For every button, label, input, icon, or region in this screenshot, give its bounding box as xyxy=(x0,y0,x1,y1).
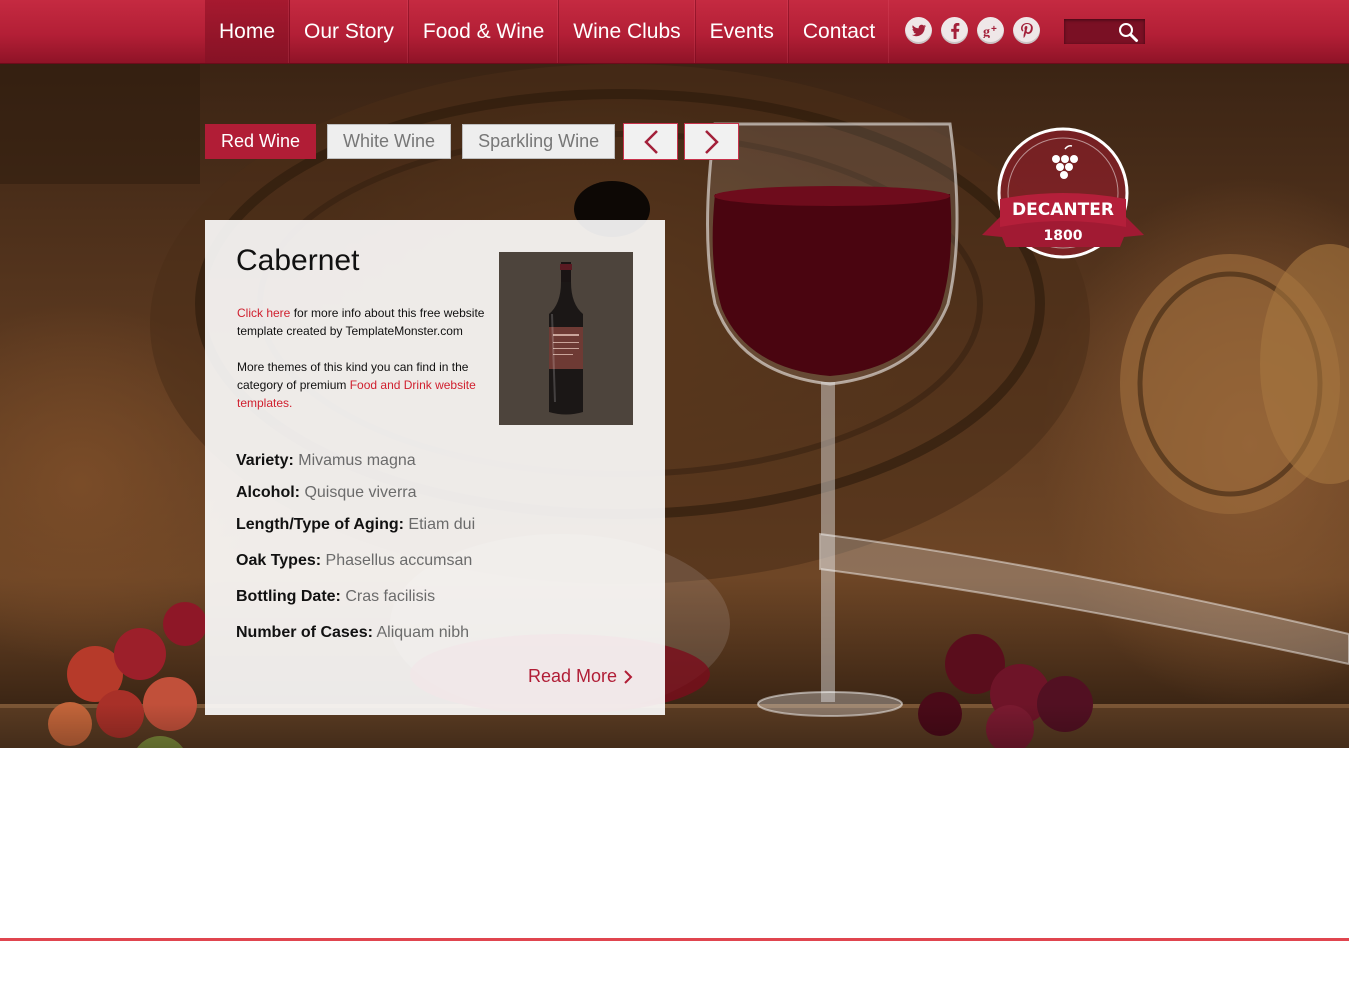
hero-bottom-shade xyxy=(0,704,1349,748)
spec-label: Variety: xyxy=(236,452,294,469)
spec-label: Length/Type of Aging: xyxy=(236,516,404,533)
wine-intro: Click here for more info about this free… xyxy=(237,304,497,430)
hero-banner xyxy=(0,64,1349,748)
spec-value: Etiam dui xyxy=(408,516,476,533)
search-input[interactable] xyxy=(1064,19,1124,44)
nav-item-our-story[interactable]: Our Story xyxy=(290,0,409,63)
decanter-logo[interactable]: DECANTER 1800 xyxy=(980,127,1146,272)
wine-bottle-image xyxy=(499,252,633,425)
nav-item-home[interactable]: Home xyxy=(205,0,291,63)
chevron-left-icon xyxy=(643,129,658,154)
slider-arrows xyxy=(623,123,739,160)
wine-info-card: Cabernet Click here for more info about … xyxy=(205,220,665,715)
facebook-icon[interactable] xyxy=(941,17,968,44)
twitter-icon[interactable] xyxy=(905,17,932,44)
spec-value: Phasellus accumsan xyxy=(325,552,473,569)
spec-value: Cras facilisis xyxy=(345,588,436,605)
prev-button[interactable] xyxy=(623,123,678,160)
nav-item-contact[interactable]: Contact xyxy=(789,0,889,63)
logo-year: 1800 xyxy=(1044,228,1083,244)
logo-name: DECANTER xyxy=(1012,200,1114,220)
chevron-right-icon xyxy=(704,129,719,154)
spec-number-of-cases: Number of Cases: Aliquam nibh xyxy=(236,624,469,642)
google-plus-icon[interactable]: g + xyxy=(977,17,1004,44)
spec-bottling-date: Bottling Date: Cras facilisis xyxy=(236,588,435,606)
click-here-link[interactable]: Click here xyxy=(237,306,290,320)
spec-label: Bottling Date: xyxy=(236,588,341,605)
nav-item-events[interactable]: Events xyxy=(696,0,789,63)
spec-variety: Variety: Mivamus magna xyxy=(236,452,416,470)
search-box xyxy=(1064,19,1145,44)
wine-title: Cabernet xyxy=(236,244,360,277)
main-nav: Home Our Story Food & Wine Wine Clubs Ev… xyxy=(205,0,889,63)
spec-oak-types: Oak Types: Phasellus accumsan xyxy=(236,552,472,570)
spec-aging: Length/Type of Aging: Etiam dui xyxy=(236,516,475,534)
chevron-right-icon xyxy=(624,669,633,684)
spec-label: Alcohol: xyxy=(236,484,300,501)
footer-divider xyxy=(0,938,1349,941)
spec-value: Mivamus magna xyxy=(298,452,416,469)
wine-category-tabs: Red Wine White Wine Sparkling Wine xyxy=(205,124,616,159)
pinterest-icon[interactable] xyxy=(1013,17,1040,44)
next-button[interactable] xyxy=(684,123,739,160)
tab-red-wine[interactable]: Red Wine xyxy=(205,124,317,159)
spec-label: Oak Types: xyxy=(236,552,322,569)
read-more-label: Read More xyxy=(528,666,618,686)
spec-value: Aliquam nibh xyxy=(376,624,469,641)
search-icon[interactable] xyxy=(1117,21,1139,43)
nav-item-food-wine[interactable]: Food & Wine xyxy=(409,0,560,63)
read-more-link[interactable]: Read More xyxy=(528,666,633,687)
spec-value: Quisque viverra xyxy=(304,484,417,501)
spec-label: Number of Cases: xyxy=(236,624,373,641)
svg-text:g: g xyxy=(983,25,990,38)
nav-item-wine-clubs[interactable]: Wine Clubs xyxy=(559,0,696,63)
top-nav-bar: Home Our Story Food & Wine Wine Clubs Ev… xyxy=(0,0,1349,64)
spec-alcohol: Alcohol: Quisque viverra xyxy=(236,484,417,502)
tab-white-wine[interactable]: White Wine xyxy=(327,124,452,159)
social-links: g + xyxy=(905,17,1040,44)
wine-cellar-image xyxy=(0,64,1349,748)
svg-text:+: + xyxy=(991,24,997,35)
tab-sparkling-wine[interactable]: Sparkling Wine xyxy=(462,124,616,159)
